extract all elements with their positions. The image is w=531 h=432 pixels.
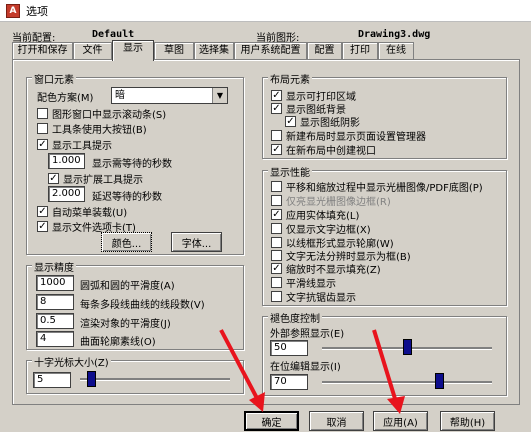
options-dialog: A 选项 当前配置: Default 当前图形: Drawing3.dwg 打开… [0, 0, 531, 432]
fonts-button[interactable]: 字体... [171, 232, 222, 252]
text-frame-only-checkbox[interactable]: 仅显示文字边框(X) [271, 222, 371, 236]
tab-bar: 打开和保存 文件 显示 草图 选择集 用户系统配置 配置 打印 在线 [12, 40, 518, 61]
auto-menu-load-label: 自动菜单装载(U) [52, 208, 128, 219]
smooth-lines-label: 平滑线显示 [286, 279, 336, 290]
text-antialias-checkbox[interactable]: 文字抗锯齿显示 [271, 290, 356, 304]
xref-display-input[interactable]: 50 [270, 340, 308, 356]
color-scheme-select[interactable]: 暗 ▼ [111, 87, 228, 104]
tab-drafting[interactable]: 草图 [154, 42, 194, 60]
display-precision-title: 显示精度 [32, 259, 76, 274]
chevron-down-icon: ▼ [212, 88, 227, 103]
xref-display-label: 外部参照显示(E) [270, 329, 345, 340]
color-scheme-value: 暗 [115, 90, 125, 101]
apply-solid-fill-checkbox[interactable]: ✓ 应用实体填充(L) [271, 208, 360, 222]
contour-lines-input[interactable]: 4 [36, 331, 74, 347]
tab-online[interactable]: 在线 [378, 42, 414, 60]
title-bar: A 选项 [0, 0, 531, 22]
show-scrollbars-label: 图形窗口中显示滚动条(S) [52, 110, 167, 121]
large-buttons-label: 工具条使用大按钮(B) [52, 125, 147, 136]
auto-menu-load-checkbox[interactable]: ✓ 自动菜单装载(U) [37, 205, 128, 219]
tab-profiles[interactable]: 配置 [307, 42, 342, 60]
cancel-button[interactable]: 取消 [309, 411, 364, 431]
colors-button[interactable]: 颜色... [101, 232, 152, 252]
crosshair-size-title: 十字光标大小(Z) [32, 354, 111, 369]
no-fill-zoom-checkbox[interactable]: ✓ 缩放时不显示填充(Z) [271, 262, 381, 276]
tooltip-delay-input[interactable]: 1.000 [48, 153, 85, 169]
smooth-lines-checkbox[interactable]: 平滑线显示 [271, 276, 336, 290]
crosshair-slider-thumb[interactable] [87, 371, 97, 387]
window-elements-title: 窗口元素 [32, 71, 76, 86]
large-buttons-checkbox[interactable]: 工具条使用大按钮(B) [37, 122, 147, 136]
inplace-edit-input[interactable]: 70 [270, 374, 308, 390]
text-antialias-label: 文字抗锯齿显示 [286, 293, 356, 304]
extended-tooltips-checkbox[interactable]: ✓ 显示扩展工具提示 [48, 172, 143, 186]
inplace-edit-label: 在位编辑显示(I) [270, 362, 341, 373]
polyline-segments-label: 每条多段线曲线的线段数(V) [80, 300, 205, 311]
fade-control-title: 褪色度控制 [268, 310, 322, 325]
page-setup-manager-label: 新建布局时显示页面设置管理器 [286, 132, 426, 143]
tab-display[interactable]: 显示 [112, 40, 154, 61]
tab-user-preferences[interactable]: 用户系统配置 [234, 42, 307, 60]
create-viewport-checkbox[interactable]: ✓ 在新布局中创建视口 [271, 143, 376, 157]
show-scrollbars-checkbox[interactable]: 图形窗口中显示滚动条(S) [37, 107, 167, 121]
color-scheme-label: 配色方案(M) [37, 93, 94, 104]
tab-plot[interactable]: 打印 [342, 42, 378, 60]
help-button[interactable]: 帮助(H) [440, 411, 495, 431]
pan-zoom-raster-label: 平移和缩放过程中显示光栅图像/PDF底图(P) [286, 183, 483, 194]
contour-lines-label: 曲面轮廓素线(O) [80, 337, 156, 348]
polyline-segments-input[interactable]: 8 [36, 294, 74, 310]
show-tooltips-label: 显示工具提示 [52, 141, 112, 152]
layout-elements-title: 布局元素 [268, 71, 312, 86]
current-drawing-value: Drawing3.dwg [358, 29, 431, 40]
pan-zoom-raster-checkbox[interactable]: 平移和缩放过程中显示光栅图像/PDF底图(P) [271, 180, 483, 194]
tooltip-delay-label: 显示需等待的秒数 [92, 159, 172, 170]
apply-solid-fill-label: 应用实体填充(L) [286, 211, 360, 222]
annotation-arrow-ok [219, 329, 265, 412]
crosshair-size-input[interactable]: 5 [33, 372, 71, 388]
display-performance-title: 显示性能 [268, 164, 312, 179]
extended-delay-label: 延迟等待的秒数 [92, 192, 162, 203]
render-smoothness-label: 渲染对象的平滑度(J) [80, 319, 171, 330]
arc-smoothness-input[interactable]: 1000 [36, 275, 74, 291]
show-paper-shadow-checkbox[interactable]: ✓ 显示图纸阴影 [285, 115, 360, 129]
tab-open-save[interactable]: 打开和保存 [12, 42, 73, 60]
arc-smoothness-label: 圆弧和圆的平滑度(A) [80, 281, 175, 292]
highlight-raster-frame-label: 仅亮显光栅图像边框(R) [286, 197, 391, 208]
no-fill-zoom-label: 缩放时不显示填充(Z) [286, 265, 381, 276]
page-setup-manager-checkbox[interactable]: 新建布局时显示页面设置管理器 [271, 129, 426, 143]
show-tooltips-checkbox[interactable]: ✓ 显示工具提示 [37, 138, 112, 152]
tab-files[interactable]: 文件 [73, 42, 112, 60]
text-frame-only-label: 仅显示文字边框(X) [286, 225, 371, 236]
tab-selection[interactable]: 选择集 [194, 42, 234, 60]
current-profile-value: Default [92, 29, 135, 40]
extended-delay-input[interactable]: 2.000 [48, 186, 85, 202]
app-icon: A [6, 3, 20, 18]
crosshair-slider-track[interactable] [80, 378, 230, 381]
inplace-slider-thumb[interactable] [434, 373, 444, 389]
annotation-arrow-apply [372, 329, 405, 414]
window-title: 选项 [26, 4, 48, 18]
render-smoothness-input[interactable]: 0.5 [36, 313, 74, 329]
extended-tooltips-label: 显示扩展工具提示 [63, 175, 143, 186]
show-paper-shadow-label: 显示图纸阴影 [300, 118, 360, 129]
highlight-raster-frame-checkbox[interactable]: 仅亮显光栅图像边框(R) [271, 194, 391, 208]
create-viewport-label: 在新布局中创建视口 [286, 146, 376, 157]
